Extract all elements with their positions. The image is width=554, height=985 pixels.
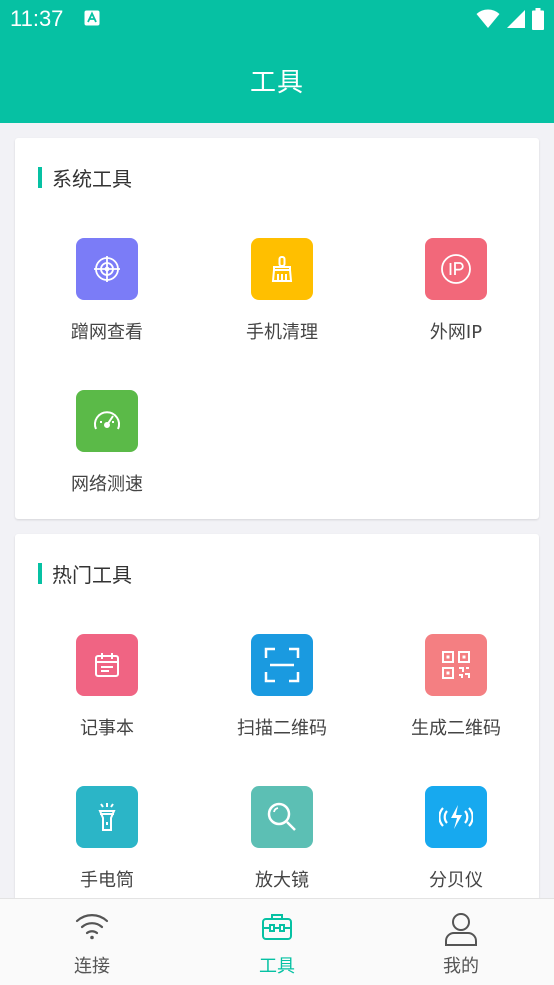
tool-label: 网络测速 xyxy=(71,474,143,495)
tool-label: 记事本 xyxy=(80,718,134,739)
tab-label: 连接 xyxy=(74,956,110,977)
tool-label: 手电筒 xyxy=(80,870,134,891)
wifi-icon xyxy=(476,9,500,28)
tool-generate-qr[interactable]: 生成二维码 xyxy=(369,634,543,740)
user-icon xyxy=(369,911,553,947)
tool-label: 生成二维码 xyxy=(411,718,501,739)
flashlight-icon xyxy=(76,786,138,848)
tool-label: 蹭网查看 xyxy=(71,322,143,343)
magnifier-icon xyxy=(251,786,313,848)
section-header: 系统工具 xyxy=(38,166,132,191)
ip-icon xyxy=(425,238,487,300)
tab-mine[interactable]: 我的 xyxy=(369,899,553,985)
qr-code-icon xyxy=(425,634,487,696)
section-header: 热门工具 xyxy=(38,562,132,587)
system-icons xyxy=(476,8,544,30)
toolbox-icon xyxy=(185,911,369,947)
bottom-nav: 连接 工具 我的 xyxy=(0,898,554,985)
tool-label: 手机清理 xyxy=(246,322,318,343)
signal-icon xyxy=(507,10,525,28)
section-title: 系统工具 xyxy=(52,166,132,191)
calendar-note-icon xyxy=(76,634,138,696)
tool-decibel[interactable]: 分贝仪 xyxy=(369,786,543,892)
popular-tools-card: 热门工具 记事本 扫描二维码 生成二维码 手电筒 放大镜 分贝仪 xyxy=(15,534,539,914)
app-bar: 工具 xyxy=(0,40,554,123)
a-badge-icon xyxy=(84,10,100,26)
radar-target-icon xyxy=(76,238,138,300)
status-bar: 11:37 xyxy=(0,0,554,40)
tab-connect[interactable]: 连接 xyxy=(0,899,184,985)
tool-external-ip[interactable]: 外网IP xyxy=(369,238,543,344)
section-accent-bar xyxy=(38,166,42,188)
tool-label: 扫描二维码 xyxy=(237,718,327,739)
section-accent-bar xyxy=(38,562,42,584)
tool-label: 放大镜 xyxy=(255,870,309,891)
section-title: 热门工具 xyxy=(52,562,132,587)
speedometer-icon xyxy=(76,390,138,452)
wifi-icon xyxy=(0,911,184,947)
scan-frame-icon xyxy=(251,634,313,696)
tab-label: 工具 xyxy=(259,956,295,977)
tool-speed-test[interactable]: 网络测速 xyxy=(20,390,194,496)
decibel-icon xyxy=(425,786,487,848)
status-time: 11:37 xyxy=(10,6,64,31)
battery-icon xyxy=(532,8,544,30)
tool-phone-clean[interactable]: 手机清理 xyxy=(195,238,369,344)
tool-magnifier[interactable]: 放大镜 xyxy=(195,786,369,892)
tab-label: 我的 xyxy=(443,956,479,977)
broom-icon xyxy=(251,238,313,300)
page-title: 工具 xyxy=(249,68,304,98)
tool-label: 分贝仪 xyxy=(429,870,483,891)
tool-label: 外网IP xyxy=(429,322,483,343)
tab-tools[interactable]: 工具 xyxy=(185,899,369,985)
tool-router-view[interactable]: 蹭网查看 xyxy=(20,238,194,344)
tool-notepad[interactable]: 记事本 xyxy=(20,634,194,740)
system-tools-card: 系统工具 蹭网查看 手机清理 外网IP 网络测速 xyxy=(15,138,539,519)
tool-flashlight[interactable]: 手电筒 xyxy=(20,786,194,892)
tool-scan-qr[interactable]: 扫描二维码 xyxy=(195,634,369,740)
